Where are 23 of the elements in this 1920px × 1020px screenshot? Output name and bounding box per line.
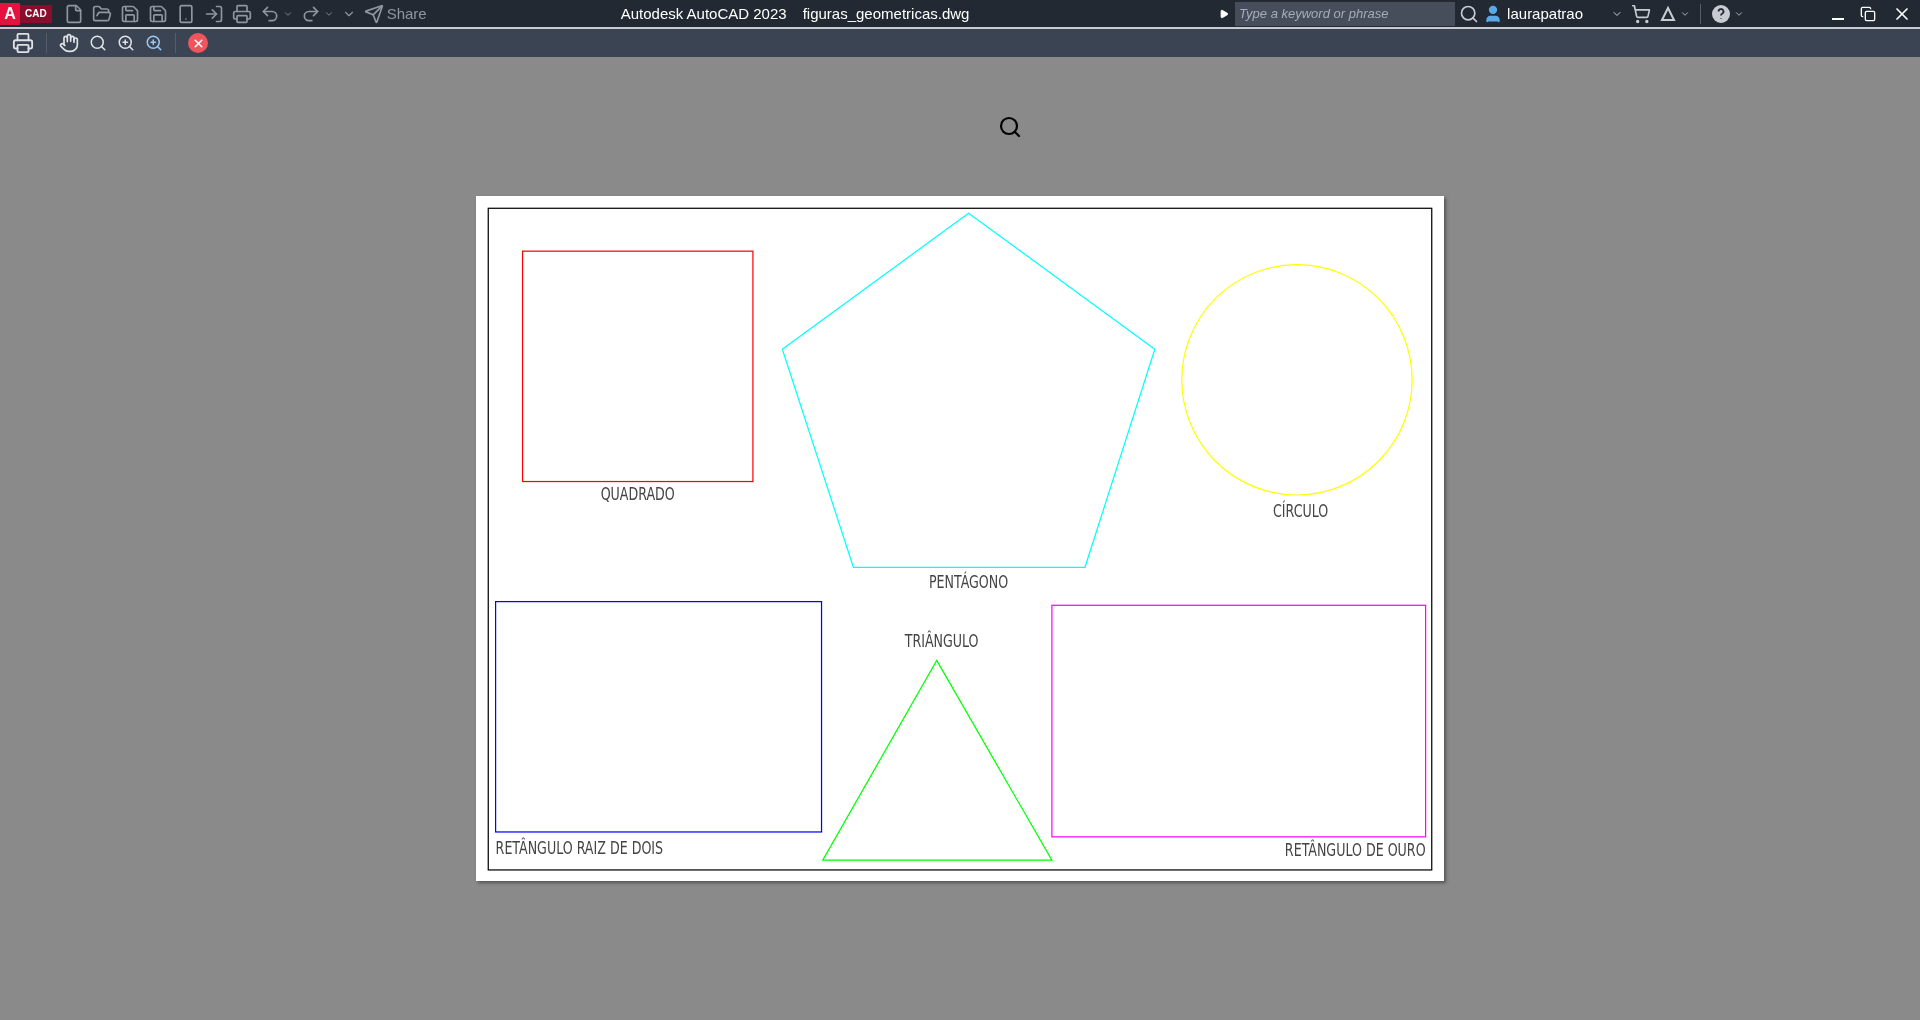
triangle-nodes-icon	[1659, 4, 1677, 23]
user-name[interactable]: laurapatrao	[1507, 5, 1583, 22]
help-icon	[1711, 3, 1731, 24]
zoom-cursor-icon	[998, 115, 1022, 139]
paper-plane-icon	[363, 3, 384, 24]
shape-label: PENTÁGONO	[928, 571, 1009, 593]
cart-icon	[1631, 3, 1651, 24]
minimize-icon	[1832, 17, 1844, 20]
shape-label: TRIÂNGULO	[904, 630, 979, 652]
share-button[interactable]: Share	[359, 1, 431, 26]
shape-label: QUADRADO	[600, 483, 675, 505]
shape-label: CÍRCULO	[1273, 500, 1329, 522]
undo-arrow-icon	[259, 3, 280, 24]
search-field[interactable]: Type a keyword or phrase	[1235, 1, 1456, 26]
app-title: Autodesk AutoCAD 2023	[620, 5, 787, 22]
app-badge: CAD	[20, 4, 52, 23]
restore-icon	[1860, 5, 1876, 22]
app-logo[interactable]: A	[0, 2, 20, 25]
shape-label: RETÂNGULO DE OURO	[1284, 840, 1426, 861]
expand-arrow-icon[interactable]	[1219, 8, 1230, 19]
shape-label: RETÂNGULO RAIZ DE DOIS	[495, 837, 664, 859]
file-name: figuras_geometricas.dwg	[802, 5, 970, 22]
close-circle-icon	[188, 33, 208, 53]
